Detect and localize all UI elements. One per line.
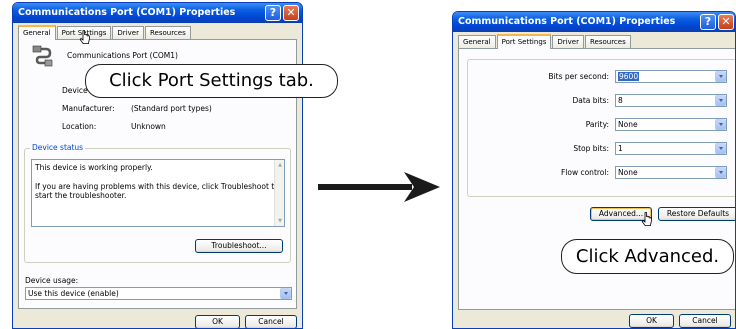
left-ok-button[interactable]: OK (195, 315, 240, 328)
flow-control-select[interactable]: None (615, 166, 727, 179)
device-usage-label: Device usage: (25, 276, 79, 285)
tab-resources[interactable]: Resources (144, 26, 191, 39)
data-bits-select[interactable]: 8 (615, 94, 727, 107)
location-label: Location: (62, 122, 97, 131)
manufacturer-value: (Standard port types) (131, 104, 212, 113)
right-window-title: Communications Port (COM1) Properties (458, 16, 676, 27)
tab-driver[interactable]: Driver (552, 35, 584, 48)
device-usage-value: Use this device (enable) (28, 289, 119, 298)
parity-select[interactable]: None (615, 118, 727, 131)
troubleshoot-button[interactable]: Troubleshoot... (195, 239, 283, 253)
pointer-cursor-icon (641, 212, 652, 226)
scroll-down-icon[interactable]: ▼ (276, 217, 284, 225)
chevron-down-icon[interactable] (280, 288, 291, 299)
bits-per-second-select[interactable]: 9600 (615, 70, 727, 83)
scroll-up-icon[interactable]: ▲ (276, 161, 284, 169)
left-help-button[interactable]: ? (265, 5, 281, 21)
data-bits-value: 8 (618, 96, 623, 105)
left-tab-strip: General Port Settings Driver Resources (18, 25, 192, 40)
chevron-down-icon[interactable] (715, 119, 726, 130)
device-usage-select[interactable]: Use this device (enable) (25, 287, 292, 300)
device-status-textbox: This device is working properly. If you … (31, 159, 285, 227)
parity-label: Parity: (585, 120, 609, 129)
stop-bits-value: 1 (618, 144, 623, 153)
right-window-titlebar: Communications Port (COM1) Properties (453, 12, 735, 32)
bits-per-second-value: 9600 (618, 72, 640, 81)
flow-control-value: None (618, 168, 638, 177)
callout-click-port-settings: Click Port Settings tab. (85, 64, 338, 98)
left-properties-window: Communications Port (COM1) Properties ? … (12, 2, 303, 329)
flow-control-label: Flow control: (560, 168, 609, 177)
left-cancel-button[interactable]: Cancel (245, 315, 297, 328)
stop-bits-label: Stop bits: (573, 144, 609, 153)
port-settings-group: Bits per second: 9600 Data bits: 8 Parit… (467, 59, 735, 197)
status-line-3: start the troubleshooter. (35, 191, 127, 200)
device-name: Communications Port (COM1) (67, 51, 178, 60)
status-line-2: If you are having problems with this dev… (35, 182, 279, 191)
left-window-titlebar: Communications Port (COM1) Properties (13, 3, 302, 23)
manufacturer-label: Manufacturer: (62, 104, 115, 113)
left-window-title: Communications Port (COM1) Properties (18, 7, 236, 18)
chevron-down-icon[interactable] (715, 143, 726, 154)
right-close-button[interactable]: ✕ (718, 14, 734, 30)
right-tab-strip: General Port Settings Driver Resources (458, 34, 632, 49)
restore-defaults-button[interactable]: Restore Defaults (658, 207, 735, 221)
location-value: Unknown (131, 122, 166, 131)
right-arrow-icon (318, 172, 440, 202)
data-bits-label: Data bits: (572, 96, 609, 105)
tab-resources[interactable]: Resources (584, 35, 631, 48)
chevron-down-icon[interactable] (715, 167, 726, 178)
parity-value: None (618, 120, 638, 129)
callout-click-advanced: Click Advanced. (561, 239, 734, 274)
pointer-cursor-icon (79, 30, 90, 44)
bits-per-second-label: Bits per second: (548, 72, 609, 81)
chevron-down-icon[interactable] (715, 95, 726, 106)
device-status-group: Device status This device is working pro… (24, 143, 291, 263)
right-ok-button[interactable]: OK (629, 314, 674, 328)
tab-driver[interactable]: Driver (112, 26, 144, 39)
serial-port-icon (32, 45, 53, 67)
device-status-title: Device status (30, 143, 86, 152)
left-close-button[interactable]: ✕ (283, 5, 299, 21)
tab-general[interactable]: General (18, 25, 56, 40)
status-line-1: This device is working properly. (35, 163, 153, 172)
tab-general[interactable]: General (458, 35, 496, 48)
status-scrollbar[interactable]: ▲ ▼ (274, 160, 284, 226)
right-cancel-button[interactable]: Cancel (679, 314, 731, 328)
chevron-down-icon[interactable] (715, 71, 726, 82)
tab-port-settings[interactable]: Port Settings (496, 34, 552, 49)
stop-bits-select[interactable]: 1 (615, 142, 727, 155)
right-help-button[interactable]: ? (700, 14, 716, 30)
right-properties-window: Communications Port (COM1) Properties ? … (452, 11, 736, 329)
